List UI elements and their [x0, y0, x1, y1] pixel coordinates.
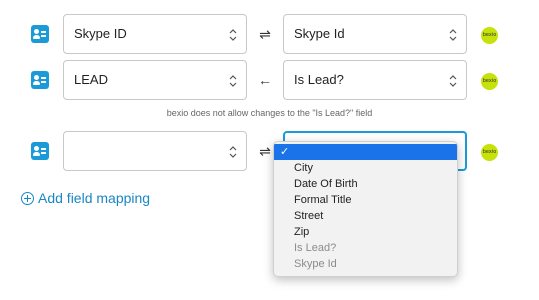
target-field-select[interactable]: Skype Id	[283, 14, 467, 54]
dropdown-option[interactable]: Formal Title	[274, 192, 457, 208]
bexio-logo-icon: bexio	[481, 144, 498, 161]
target-field-dropdown: ✓ City Date Of Birth Formal Title Street…	[273, 141, 458, 277]
dropdown-option-disabled: Is Lead?	[294, 242, 337, 254]
source-field-select[interactable]: LEAD	[63, 60, 247, 100]
chevron-up-down-icon	[449, 75, 457, 87]
source-field-select[interactable]: Skype ID	[63, 14, 247, 54]
chevron-up-down-icon	[449, 29, 457, 41]
dropdown-option-disabled: Skype Id	[294, 258, 337, 270]
add-field-mapping-link[interactable]: Add field mapping	[21, 190, 150, 206]
source-field-select[interactable]	[63, 131, 247, 171]
sync-direction-icon[interactable]: ⇌	[255, 25, 275, 43]
dropdown-option[interactable]: Zip	[274, 224, 457, 240]
sync-direction-icon[interactable]: ←	[255, 71, 275, 89]
dropdown-option[interactable]: Date Of Birth	[274, 176, 457, 192]
plus-circle-icon	[21, 192, 34, 205]
mapping-row: Skype ID ⇌ Skype Id bexio	[0, 14, 539, 54]
source-field-value: Skype ID	[74, 26, 127, 41]
field-restriction-note: bexio does not allow changes to the "Is …	[166, 108, 373, 118]
bexio-logo-icon: bexio	[481, 27, 498, 44]
target-field-value: Skype Id	[294, 26, 345, 41]
contact-card-icon	[31, 142, 49, 160]
checkmark-icon: ✓	[280, 146, 290, 158]
add-field-mapping-label: Add field mapping	[38, 190, 151, 206]
mapping-row: LEAD ← Is Lead? bexio	[0, 60, 539, 100]
dropdown-option[interactable]: City	[274, 160, 457, 176]
dropdown-option-empty[interactable]: ✓	[274, 144, 457, 160]
source-field-value: LEAD	[74, 72, 108, 87]
target-field-value: Is Lead?	[294, 72, 344, 87]
chevron-up-down-icon	[229, 29, 237, 41]
bexio-logo-icon: bexio	[481, 73, 498, 90]
chevron-up-down-icon	[229, 146, 237, 158]
contact-card-icon	[31, 25, 49, 43]
dropdown-option[interactable]: Street	[274, 208, 457, 224]
field-mapping-panel: Skype ID ⇌ Skype Id bexio LEAD ← Is Lead…	[0, 0, 539, 300]
sync-direction-icon[interactable]: ⇌	[255, 142, 275, 160]
chevron-up-down-icon	[229, 75, 237, 87]
contact-card-icon	[31, 71, 49, 89]
target-field-select[interactable]: Is Lead?	[283, 60, 467, 100]
